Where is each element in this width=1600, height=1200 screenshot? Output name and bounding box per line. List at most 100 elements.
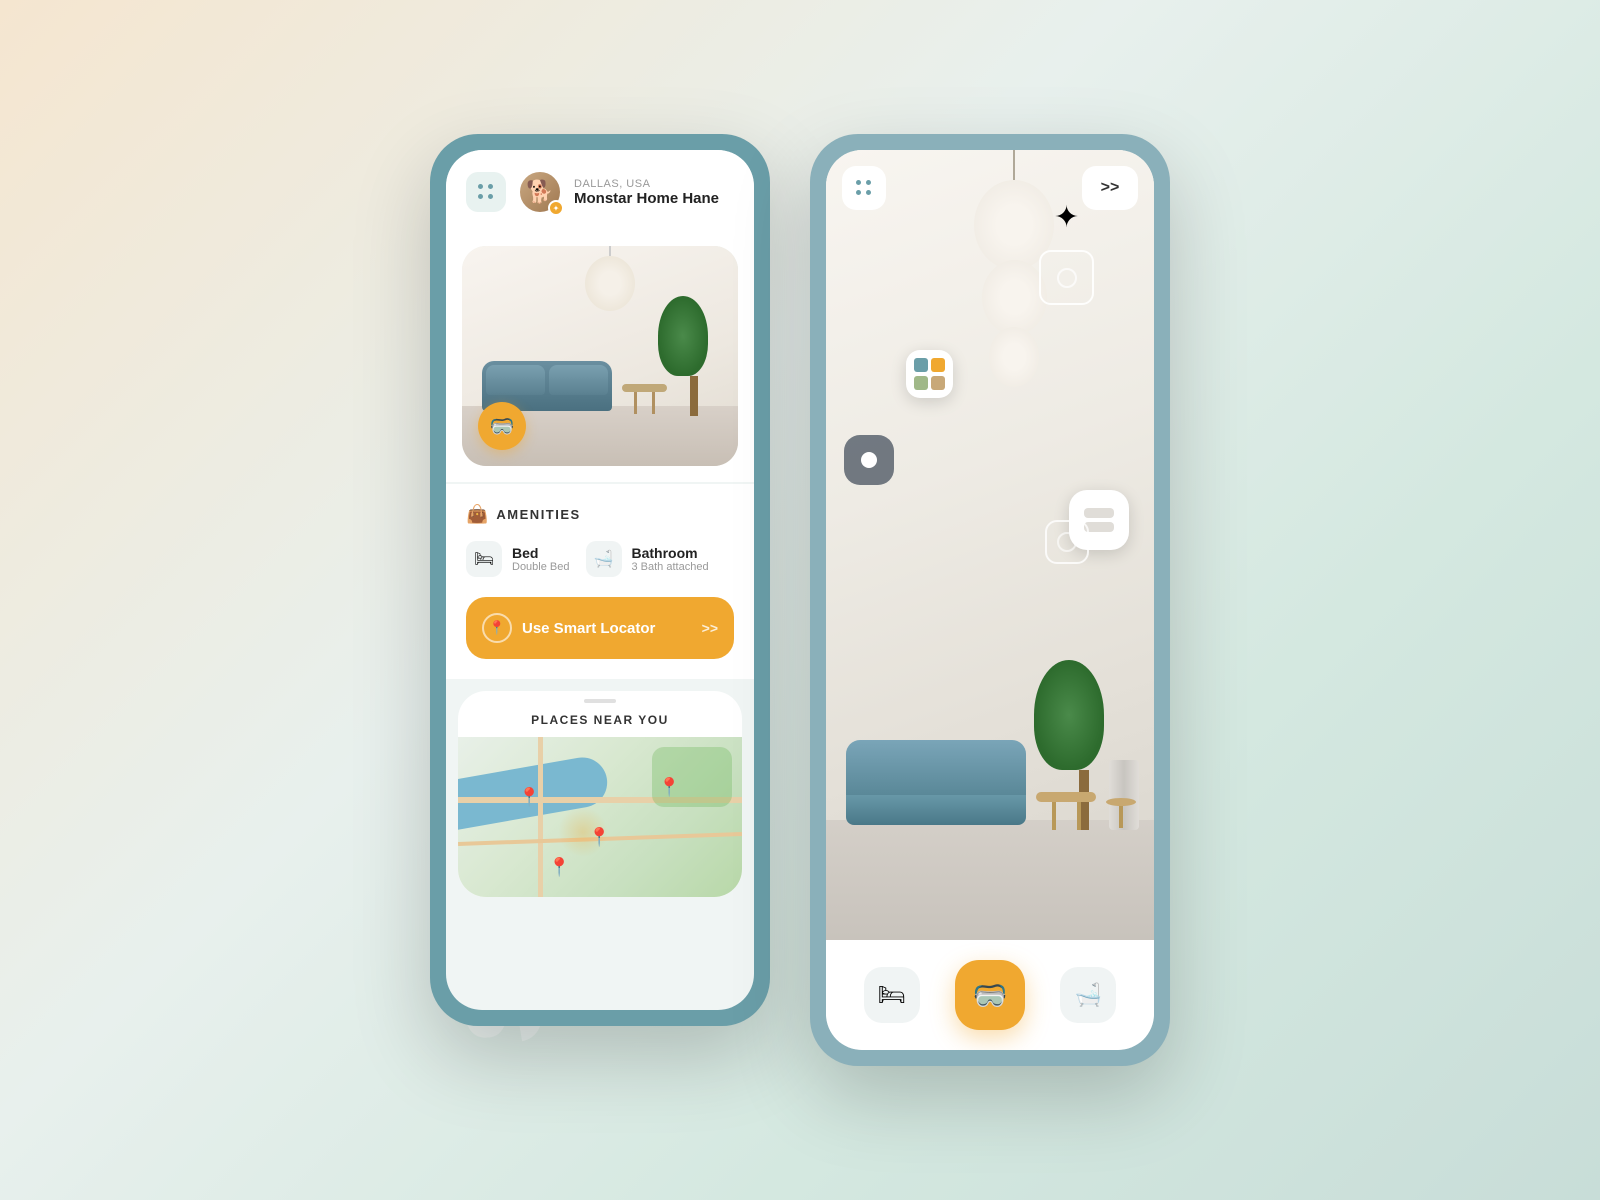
bed-label: Bed <box>512 545 570 561</box>
ar-plant-leaves <box>1034 660 1104 770</box>
user-info: DALLAS, USA Monstar Home Hane <box>574 178 734 207</box>
bathroom-sub: 3 Bath attached <box>632 561 709 573</box>
map-pill <box>584 699 616 703</box>
menu-button[interactable] <box>466 172 506 212</box>
avatar[interactable]: 🐕 ✦ <box>518 170 562 214</box>
room-image-container: 🥽 <box>446 230 754 482</box>
ar-table-leg <box>1077 802 1081 830</box>
amenities-title: AMENITIES <box>496 507 580 522</box>
bed-sub: Double Bed <box>512 561 570 573</box>
room-table <box>622 384 667 414</box>
lamp-body <box>585 256 635 311</box>
ar-table-hotspot-inner <box>1057 532 1077 552</box>
sofa-cushion <box>549 365 608 395</box>
swatch-green <box>914 376 928 390</box>
locator-left: 📍 Use Smart Locator <box>482 613 655 643</box>
amenities-header: 👜 AMENITIES <box>466 504 734 525</box>
ar-stool-leg <box>1119 806 1123 828</box>
ar-table-leg <box>1052 802 1056 830</box>
table-leg <box>634 392 637 414</box>
ar-sofa-seat <box>846 795 1026 825</box>
vr-button[interactable]: 🥽 <box>478 402 526 450</box>
lamp-hotspot-dot <box>1057 268 1077 288</box>
ar-coffee-table <box>1036 792 1096 830</box>
ar-view[interactable]: ✦ <box>826 150 1154 940</box>
ar-color-swatch-hotspot[interactable] <box>906 350 953 398</box>
amenities-section: 👜 AMENITIES 🛏 Bed Double Bed <box>446 484 754 679</box>
sofa-cushion <box>486 365 545 395</box>
plant-trunk <box>690 376 698 416</box>
bath-bottom-icon: 🛁 <box>1075 982 1102 1008</box>
menu-dots-icon <box>478 184 494 200</box>
phone-left: 🐕 ✦ DALLAS, USA Monstar Home Hane <box>430 134 770 1026</box>
swatch-tan <box>931 376 945 390</box>
map-area[interactable]: 📍 📍 📍 📍 <box>458 737 742 897</box>
bed-info: Bed Double Bed <box>512 545 570 573</box>
map-pin-2: 📍 <box>588 827 610 848</box>
ar-bottom-vr-button[interactable]: 🥽 <box>955 960 1025 1030</box>
bed-icon: 🛏 <box>474 549 494 569</box>
amenity-bed: 🛏 Bed Double Bed <box>466 541 570 577</box>
phone-right-inner: ✦ <box>826 150 1154 1050</box>
map-title: PLACES NEAR YOU <box>458 713 742 727</box>
table-leg <box>652 392 655 414</box>
ar-floor <box>826 820 1154 940</box>
locator-icon-wrap: 📍 <box>482 613 512 643</box>
vr-icon: 🥽 <box>490 414 515 439</box>
room-lamp <box>585 246 635 311</box>
lamp-cord <box>609 246 611 256</box>
map-card: PLACES NEAR YOU 📍 📍 📍 📍 <box>458 691 742 897</box>
ar-menu-button[interactable] <box>842 166 886 210</box>
swatch-teal <box>914 358 928 372</box>
ar-bottom-bed-button[interactable]: 🛏 <box>864 967 920 1023</box>
ar-hotspot-top-bar <box>1084 508 1114 518</box>
phone-right: ✦ <box>810 134 1170 1066</box>
ar-top-controls: >> <box>842 166 1138 210</box>
avatar-icon: 🐕 <box>526 179 553 205</box>
locator-label: Use Smart Locator <box>522 620 655 637</box>
phone-left-inner: 🐕 ✦ DALLAS, USA Monstar Home Hane <box>446 150 754 1010</box>
ar-table-hotspot-outline[interactable] <box>1045 520 1089 564</box>
ar-menu-dots-icon <box>856 180 872 196</box>
ar-stool <box>1106 798 1136 828</box>
user-name: Monstar Home Hane <box>574 190 734 207</box>
ar-lamp-hotspot-outline[interactable] <box>1039 250 1094 305</box>
ar-sofa <box>846 740 1026 825</box>
user-location: DALLAS, USA <box>574 178 734 190</box>
ar-hotspot-left-btn[interactable] <box>844 435 894 485</box>
locator-icon: 📍 <box>489 620 506 636</box>
plant-leaves <box>658 296 708 376</box>
bathroom-icon-wrap: 🛁 <box>586 541 622 577</box>
amenity-bathroom: 🛁 Bathroom 3 Bath attached <box>586 541 709 577</box>
ar-lamp-3 <box>989 327 1039 387</box>
ar-sofa-back <box>846 740 1026 795</box>
ar-bottom-bath-button[interactable]: 🛁 <box>1060 967 1116 1023</box>
ar-stool-top <box>1106 798 1136 806</box>
ar-bottom-bar: 🛏 🥽 🛁 <box>826 940 1154 1050</box>
swatch-orange <box>931 358 945 372</box>
map-pin-1: 📍 <box>518 787 540 808</box>
room-plant <box>679 326 708 416</box>
bathroom-icon: 🛁 <box>594 549 614 569</box>
map-road-2 <box>538 737 543 897</box>
bathroom-label: Bathroom <box>632 545 709 561</box>
locator-arrow-icon: >> <box>702 620 718 636</box>
phones-container: 🐕 ✦ DALLAS, USA Monstar Home Hane <box>430 134 1170 1066</box>
table-top <box>622 384 667 392</box>
avatar-badge: ✦ <box>548 200 564 216</box>
ar-hotspot-left-icon <box>861 452 877 468</box>
room-image[interactable]: 🥽 <box>462 246 738 466</box>
ar-table-top <box>1036 792 1096 802</box>
ar-forward-button[interactable]: >> <box>1082 166 1138 210</box>
map-pin-3: 📍 <box>548 857 570 878</box>
smart-locator-button[interactable]: 📍 Use Smart Locator >> <box>466 597 734 659</box>
bed-icon-wrap: 🛏 <box>466 541 502 577</box>
phone-header: 🐕 ✦ DALLAS, USA Monstar Home Hane <box>446 150 754 230</box>
ar-lamp-2 <box>982 260 1047 335</box>
amenities-grid: 🛏 Bed Double Bed 🛁 Bathroom <box>466 541 734 577</box>
bathroom-info: Bathroom 3 Bath attached <box>632 545 709 573</box>
lamp-hotspot-inner <box>1041 252 1092 303</box>
map-pin-4: 📍 <box>658 777 680 798</box>
amenities-icon: 👜 <box>466 504 488 525</box>
vr-bottom-icon: 🥽 <box>973 979 1008 1012</box>
